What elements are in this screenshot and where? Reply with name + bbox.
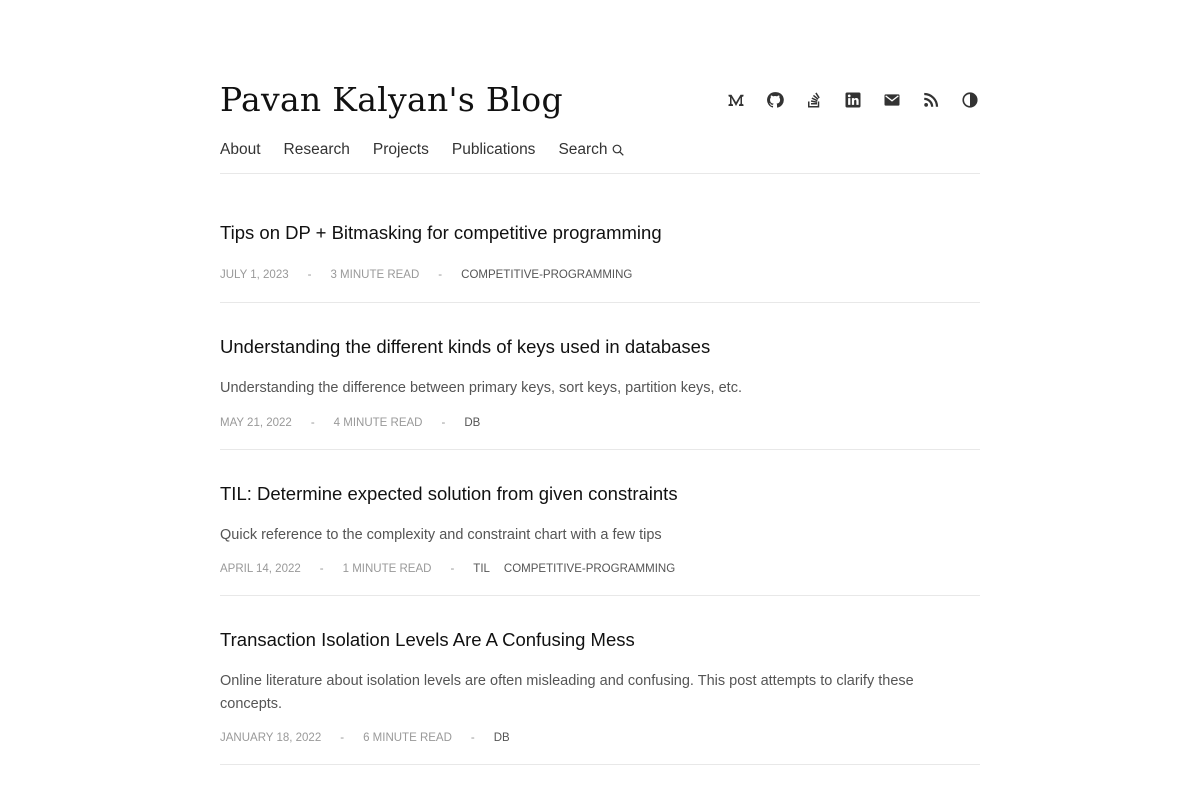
site-title[interactable]: Pavan Kalyan's Blog	[220, 80, 563, 119]
post-date: APRIL 14, 2022	[220, 563, 301, 575]
social-links	[707, 90, 980, 110]
page-container: Pavan Kalyan's Blog About Research Proje…	[220, 0, 980, 765]
post-item: Understanding the different kinds of key…	[220, 303, 980, 450]
meta-separator: -	[441, 417, 446, 429]
post-tag[interactable]: DB	[494, 732, 510, 744]
meta-separator: -	[450, 563, 455, 575]
meta-separator: -	[470, 732, 475, 744]
post-read-time: 1 MINUTE READ	[342, 563, 432, 575]
github-icon[interactable]	[765, 90, 785, 110]
nav-search[interactable]: Search	[558, 141, 624, 159]
post-item: Transaction Isolation Levels Are A Confu…	[220, 596, 980, 765]
medium-icon[interactable]	[726, 90, 746, 110]
meta-separator: -	[307, 269, 312, 281]
post-item: TIL: Determine expected solution from gi…	[220, 450, 980, 596]
post-title[interactable]: TIL: Determine expected solution from gi…	[220, 483, 678, 505]
nav-publications[interactable]: Publications	[452, 141, 536, 159]
post-title[interactable]: Understanding the different kinds of key…	[220, 336, 710, 358]
post-meta: APRIL 14, 2022 - 1 MINUTE READ - TIL COM…	[220, 563, 689, 575]
meta-separator: -	[310, 417, 315, 429]
post-read-time: 3 MINUTE READ	[330, 269, 420, 281]
stackoverflow-icon[interactable]	[804, 90, 824, 110]
nav-research[interactable]: Research	[284, 141, 350, 159]
post-title[interactable]: Tips on DP + Bitmasking for competitive …	[220, 222, 662, 244]
post-read-time: 4 MINUTE READ	[333, 417, 423, 429]
post-meta: JULY 1, 2023 - 3 MINUTE READ - COMPETITI…	[220, 269, 646, 281]
post-tag[interactable]: DB	[464, 417, 480, 429]
post-date: JULY 1, 2023	[220, 269, 289, 281]
theme-toggle-icon[interactable]	[960, 90, 980, 110]
post-excerpt: Understanding the difference between pri…	[220, 380, 742, 396]
meta-separator: -	[319, 563, 324, 575]
linkedin-icon[interactable]	[843, 90, 863, 110]
site-header: Pavan Kalyan's Blog About Research Proje…	[220, 0, 980, 174]
email-icon[interactable]	[882, 90, 902, 110]
nav-projects[interactable]: Projects	[373, 141, 429, 159]
main-nav: About Research Projects Publications Sea…	[220, 141, 647, 159]
post-meta: MAY 21, 2022 - 4 MINUTE READ - DB	[220, 417, 494, 429]
nav-search-label: Search	[558, 141, 608, 158]
post-excerpt: Online literature about isolation levels…	[220, 673, 914, 712]
meta-separator: -	[340, 732, 345, 744]
nav-about[interactable]: About	[220, 141, 261, 159]
meta-separator: -	[438, 269, 443, 281]
post-excerpt: Quick reference to the complexity and co…	[220, 527, 662, 543]
search-icon	[612, 144, 624, 156]
post-item: Tips on DP + Bitmasking for competitive …	[220, 174, 980, 303]
post-read-time: 6 MINUTE READ	[363, 732, 452, 744]
rss-icon[interactable]	[921, 90, 941, 110]
post-tag[interactable]: COMPETITIVE-PROGRAMMING	[504, 563, 675, 575]
post-date: MAY 21, 2022	[220, 417, 292, 429]
post-title[interactable]: Transaction Isolation Levels Are A Confu…	[220, 629, 635, 651]
post-tag[interactable]: COMPETITIVE-PROGRAMMING	[461, 269, 632, 281]
post-meta: JANUARY 18, 2022 - 6 MINUTE READ - DB	[220, 732, 524, 744]
post-tag[interactable]: TIL	[473, 563, 490, 575]
post-date: JANUARY 18, 2022	[220, 732, 322, 744]
